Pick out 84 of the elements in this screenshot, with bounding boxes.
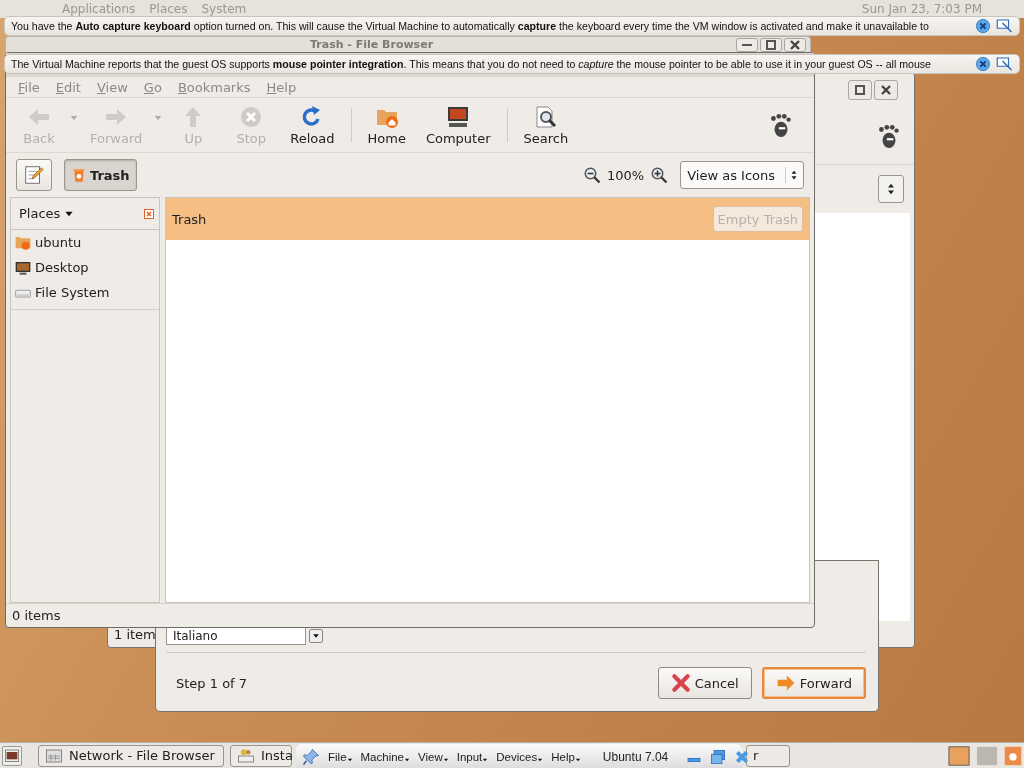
close-button[interactable] — [874, 80, 898, 100]
minimize-button[interactable] — [736, 37, 758, 52]
toolbar-button[interactable]: Search — [513, 104, 579, 146]
show-desktop-button[interactable] — [2, 745, 22, 766]
show-desktop-icon — [4, 747, 20, 764]
close-icon — [143, 207, 155, 220]
home-folder-icon — [15, 234, 31, 251]
caret-icon — [574, 756, 581, 763]
trash-icon — [71, 167, 87, 183]
caret-icon — [312, 632, 320, 640]
close-button[interactable] — [975, 18, 991, 34]
zoom-in-button[interactable] — [650, 166, 669, 184]
maximize-icon — [766, 39, 776, 50]
vm-menu[interactable]: Machine — [360, 750, 410, 763]
zoom-out-button[interactable] — [583, 166, 601, 184]
footprint-icon — [876, 122, 902, 149]
maximize-button[interactable] — [848, 80, 872, 100]
minimize-icon — [742, 43, 752, 46]
desktop-icon — [15, 259, 31, 276]
vm-menu[interactable]: View — [418, 750, 449, 763]
vm-menu[interactable]: Devices — [496, 750, 544, 763]
view-select[interactable] — [878, 175, 904, 203]
mouse-pointer-icon — [995, 55, 1013, 73]
cancel-button[interactable]: Cancel — [657, 667, 752, 699]
close-button[interactable] — [975, 56, 991, 72]
sidebar-item[interactable]: ubuntu — [11, 230, 159, 255]
pin-icon[interactable] — [302, 747, 320, 766]
vm-menu[interactable]: File — [328, 750, 353, 763]
zoom-in-icon — [650, 166, 669, 184]
mouse-pointer-icon — [995, 17, 1013, 35]
taskbar-button[interactable]: r — [746, 744, 790, 767]
zoom-level: 100% — [607, 167, 645, 183]
sidebar-item[interactable]: Desktop — [11, 255, 159, 280]
search-icon — [533, 104, 558, 129]
caret-icon — [70, 114, 78, 122]
toolbar-button[interactable]: Computer — [415, 104, 501, 146]
notification-text: The Virtual Machine reports that the guest OS supports mouse pointer integration. This means that you do not need to capture the mouse pointer to be able to use it in your guest OS -- all mouse — [11, 58, 932, 70]
location-title: Trash — [172, 211, 207, 227]
step-label: Step 1 of 7 — [176, 675, 248, 691]
stop-icon — [239, 104, 264, 129]
location-button[interactable]: Trash — [64, 159, 137, 191]
close-button[interactable] — [784, 37, 806, 52]
close-icon — [881, 85, 891, 95]
close-sidebar-button[interactable] — [143, 207, 155, 220]
installer-icon — [237, 746, 255, 765]
close-icon[interactable] — [734, 748, 751, 765]
places-dropdown[interactable]: Places — [19, 206, 75, 221]
footprint-icon — [768, 112, 794, 138]
cancel-icon — [670, 673, 691, 693]
dropdown-button[interactable] — [309, 629, 323, 643]
caret-icon — [346, 756, 353, 763]
view-select[interactable]: View as Icons — [680, 161, 804, 189]
computer-icon — [446, 104, 471, 129]
workspace-icon[interactable] — [946, 744, 972, 767]
close-icon — [975, 56, 991, 72]
caret-icon — [537, 756, 544, 763]
trash-icon[interactable] — [1002, 744, 1024, 767]
vm-menu[interactable]: Input — [456, 750, 489, 763]
window-icon — [45, 746, 63, 765]
maximize-button[interactable] — [760, 37, 782, 52]
edit-location-button[interactable] — [16, 159, 52, 191]
status-text: 0 items — [12, 608, 61, 623]
toolbar-button[interactable]: Home — [357, 104, 416, 146]
close-icon — [975, 18, 991, 34]
notepad-icon — [23, 164, 45, 186]
arrow-right-icon — [775, 673, 796, 693]
taskbar-button[interactable]: Network - File Browser — [38, 744, 224, 767]
toolbar-button[interactable]: Reload — [280, 104, 345, 146]
zoom-out-icon — [583, 166, 601, 184]
forward-button[interactable]: Forward — [761, 667, 866, 699]
maximize-icon — [855, 85, 865, 95]
close-icon — [790, 39, 800, 50]
notification-text: You have the Auto capture keyboard option turned on. This will cause the Virtual Machine to automatically capture the keyboard every time the VM window is activated and make it unavailable to — [11, 20, 930, 32]
vm-menu[interactable]: Help — [551, 750, 581, 763]
caret-icon — [154, 114, 163, 122]
caret-icon — [442, 756, 449, 763]
vm-name: Ubuntu 7.04 — [602, 749, 669, 764]
sidebar-item[interactable]: File System — [11, 280, 159, 305]
caret-icon — [404, 756, 410, 763]
window-title: Trash - File Browser — [310, 37, 434, 52]
taskbar-button[interactable]: Insta — [230, 744, 292, 767]
restore-icon[interactable] — [710, 748, 727, 765]
status-text: 1 item — [114, 626, 156, 642]
caret-icon — [482, 756, 489, 763]
